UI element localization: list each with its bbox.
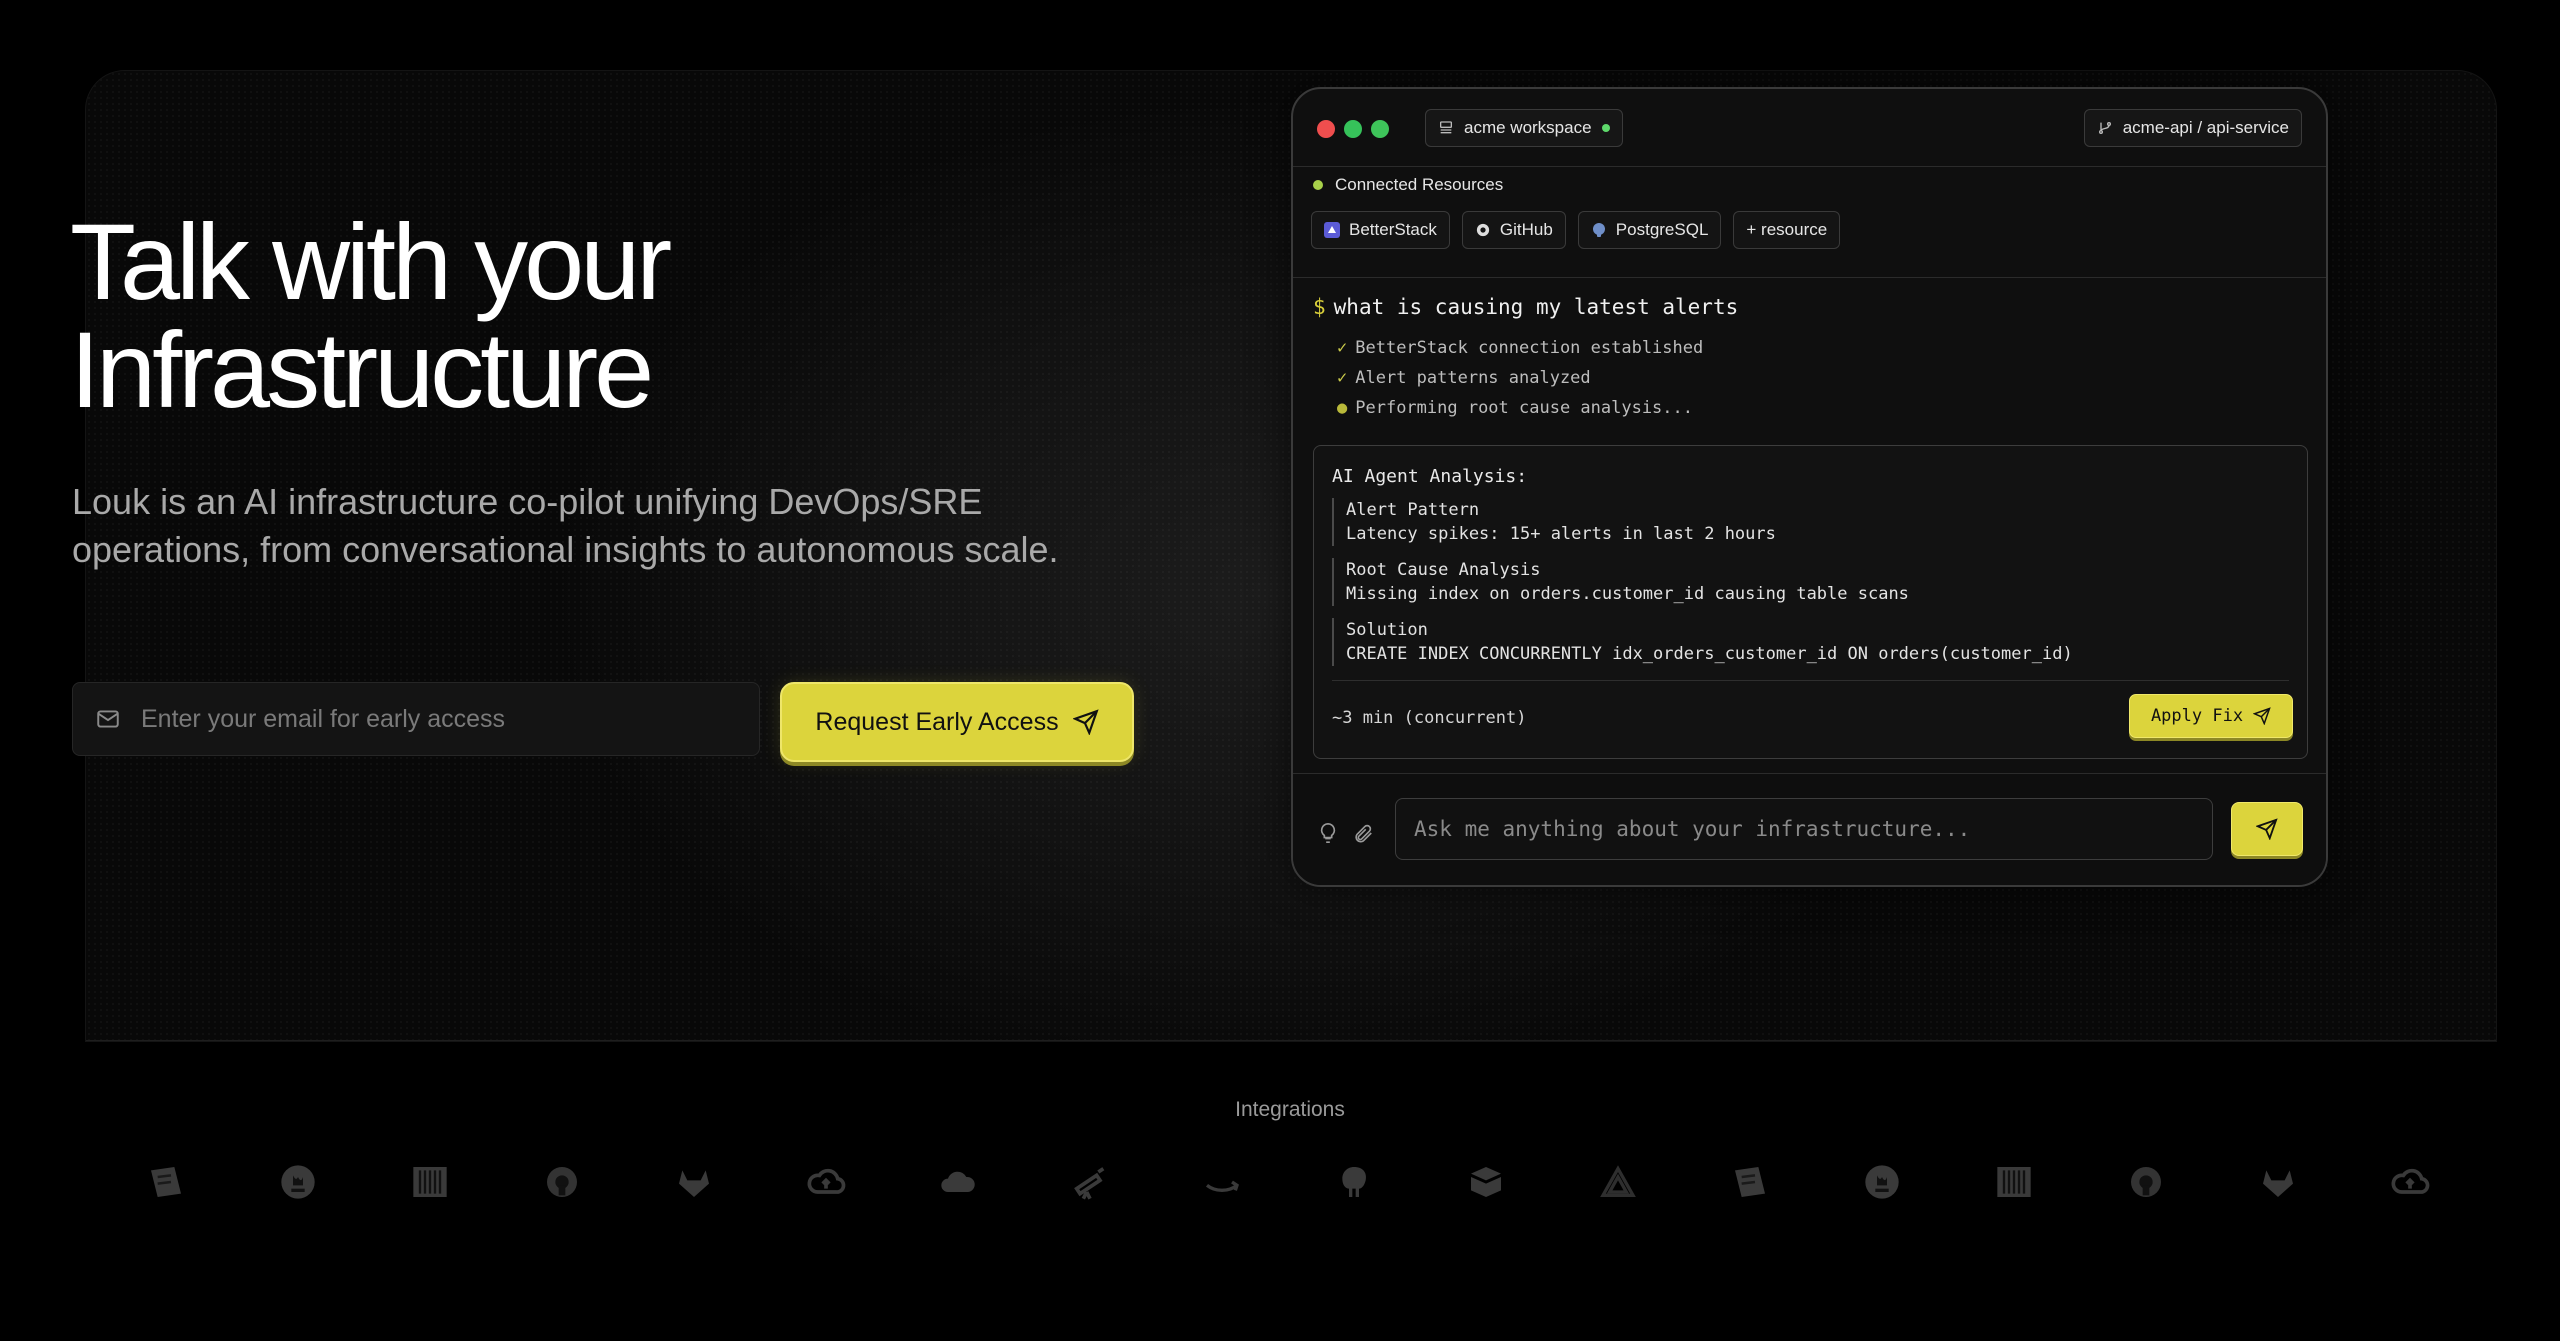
terminal-window: acme workspace acme-api / api-service Co… <box>1291 87 2328 887</box>
aws-logo-icon <box>1200 1160 1244 1204</box>
integrations-label: Integrations <box>1235 1098 1345 1121</box>
git-branch-icon <box>2098 122 2111 134</box>
betterstack-icon <box>1324 222 1340 238</box>
chip-label: + resource <box>1746 220 1828 239</box>
gitlab-logo-icon-2 <box>2256 1160 2300 1204</box>
postgresql-icon <box>1591 222 1607 238</box>
step-item: ● Performing root cause analysis... <box>1337 393 1703 423</box>
connected-resources-label: Connected Resources <box>1313 175 1503 195</box>
send-icon <box>1072 709 1099 735</box>
step-item: ✓ BetterStack connection established <box>1337 333 1703 363</box>
repo-name: acme-api / api-service <box>2122 118 2289 137</box>
request-early-access-button[interactable]: Request Early Access <box>780 682 1134 762</box>
block-body: Missing index on orders.customer_id caus… <box>1346 584 1909 604</box>
block-heading: Root Cause Analysis <box>1346 560 1541 580</box>
analysis-block-solution: Solution CREATE INDEX CONCURRENTLY idx_o… <box>1332 618 2073 666</box>
analysis-block-alert-pattern: Alert Pattern Latency spikes: 15+ alerts… <box>1332 498 1776 546</box>
github-icon <box>1475 222 1491 238</box>
chip-label: PostgreSQL <box>1615 220 1709 239</box>
mail-icon <box>97 710 119 728</box>
triangle-logo-icon <box>1596 1160 1640 1204</box>
grafana-logo-icon <box>144 1160 188 1204</box>
resources-status-dot <box>1313 180 1323 190</box>
workspace-icon <box>1440 121 1452 134</box>
step-text: Alert patterns analyzed <box>1355 368 1591 388</box>
repo-selector[interactable]: acme-api / api-service <box>2083 109 2302 147</box>
progress-dot-icon: ● <box>1337 398 1348 418</box>
hero-divider <box>86 1040 2496 1041</box>
analysis-block-root-cause: Root Cause Analysis Missing index on ord… <box>1332 558 1909 606</box>
page-title: Talk with your Infrastructure <box>70 208 970 424</box>
command-prompt: $ what is causing my latest alerts <box>1313 295 1738 319</box>
box-logo-icon <box>1464 1160 1508 1204</box>
prompt-text: what is causing my latest alerts <box>1333 295 1739 319</box>
workspace-name: acme workspace <box>1464 118 1592 137</box>
prompt-symbol: $ <box>1313 295 1326 319</box>
github-logo-icon-2 <box>2124 1160 2168 1204</box>
block-heading: Solution <box>1346 620 1428 640</box>
block-heading: Alert Pattern <box>1346 500 1480 520</box>
chat-input-bar <box>1293 773 2326 885</box>
chip-label: GitHub <box>1499 220 1553 239</box>
block-body: Latency spikes: 15+ alerts in last 2 hou… <box>1346 524 1776 544</box>
paperclip-icon[interactable] <box>1352 822 1374 844</box>
fix-duration: ~3 min (concurrent) <box>1332 708 1527 728</box>
window-minimize-dot[interactable] <box>1344 120 1362 138</box>
cloud-logo-icon <box>936 1160 980 1204</box>
cloud-upload-logo-icon-2 <box>2388 1160 2432 1204</box>
workspace-selector[interactable]: acme workspace <box>1425 109 1623 147</box>
analysis-panel: AI Agent Analysis: Alert Pattern Latency… <box>1313 445 2308 759</box>
prometheus-logo-icon <box>276 1160 320 1204</box>
send-icon <box>2253 707 2271 725</box>
send-icon <box>2256 818 2278 840</box>
analysis-title: AI Agent Analysis: <box>1332 466 1528 487</box>
datadog-barcode-logo-icon <box>408 1160 452 1204</box>
analysis-divider <box>1332 680 2289 681</box>
ask-input[interactable] <box>1414 817 2212 841</box>
title-line-1: Talk with your <box>70 201 672 322</box>
grafana-logo-icon-2 <box>1728 1160 1772 1204</box>
terminal-titlebar: acme workspace acme-api / api-service <box>1293 89 2326 167</box>
integration-logos <box>130 1160 2450 1204</box>
workspace-status-dot <box>1601 124 1610 132</box>
step-text: BetterStack connection established <box>1355 338 1704 358</box>
send-button[interactable] <box>2231 802 2303 856</box>
email-input[interactable] <box>141 704 759 734</box>
email-field[interactable] <box>72 682 760 756</box>
add-resource-button[interactable]: + resource <box>1733 211 1841 249</box>
hero-subtitle: Louk is an AI infrastructure co-pilot un… <box>72 481 1059 570</box>
chip-label: BetterStack <box>1349 220 1437 239</box>
window-close-dot[interactable] <box>1317 120 1335 138</box>
prometheus-logo-icon-2 <box>1860 1160 1904 1204</box>
ask-field[interactable] <box>1395 798 2213 860</box>
step-item: ✓ Alert patterns analyzed <box>1337 363 1703 393</box>
telescope-logo-icon <box>1068 1160 1112 1204</box>
resource-chip-github[interactable]: GitHub <box>1461 211 1566 249</box>
progress-steps: ✓ BetterStack connection established ✓ Ale… <box>1337 333 1703 423</box>
window-maximize-dot[interactable] <box>1371 120 1389 138</box>
lightbulb-icon[interactable] <box>1317 822 1339 844</box>
postgresql-logo-icon <box>1332 1160 1376 1204</box>
gitlab-logo-icon <box>672 1160 716 1204</box>
github-logo-icon <box>540 1160 584 1204</box>
apply-fix-button[interactable]: Apply Fix <box>2129 694 2293 738</box>
title-line-2: Infrastructure <box>70 309 654 430</box>
cta-label: Request Early Access <box>815 707 1059 736</box>
check-icon: ✓ <box>1337 368 1348 388</box>
datadog-barcode-logo-icon-2 <box>1992 1160 2036 1204</box>
block-body: CREATE INDEX CONCURRENTLY idx_orders_cus… <box>1346 644 2073 664</box>
resource-chip-betterstack[interactable]: BetterStack <box>1311 211 1450 249</box>
connected-resources-text: Connected Resources <box>1335 175 1504 194</box>
resource-chip-postgresql[interactable]: PostgreSQL <box>1577 211 1722 249</box>
resources-divider <box>1293 277 2326 278</box>
resource-chips: BetterStack GitHub PostgreSQL + resource <box>1311 211 1841 249</box>
apply-fix-label: Apply Fix <box>2150 706 2244 726</box>
check-icon: ✓ <box>1337 338 1348 358</box>
step-text: Performing root cause analysis... <box>1355 398 1694 418</box>
cloud-upload-logo-icon <box>804 1160 848 1204</box>
